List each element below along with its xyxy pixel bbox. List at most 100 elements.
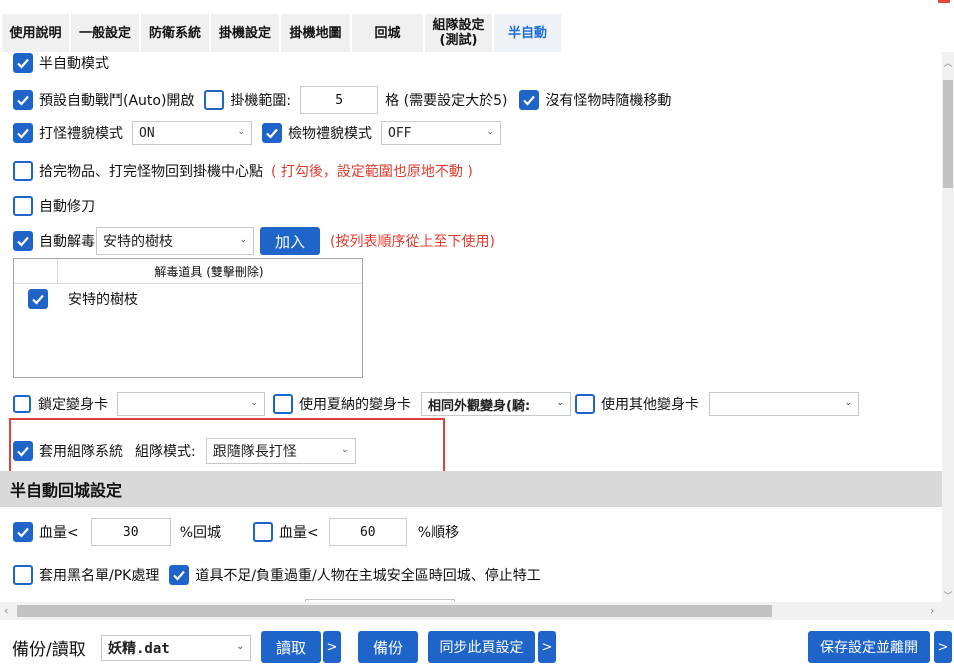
chevron-down-icon: ⌄ xyxy=(236,642,244,652)
auto-battle-checkbox[interactable] xyxy=(13,90,33,110)
hp-move-checkbox[interactable] xyxy=(253,522,274,542)
add-detox-button[interactable]: 加入 xyxy=(260,227,320,255)
scroll-right-icon[interactable]: › xyxy=(930,604,934,617)
summer-poly-card-label: 使用夏納的變身卡 xyxy=(299,397,411,413)
auto-repair-row: 自動修刀 xyxy=(13,191,95,221)
hp-move-label: 血量< xyxy=(279,525,319,541)
return-center-note: ( 打勾後，設定範圍也原地不動 ) xyxy=(271,164,473,180)
hunt-etiquette-checkbox[interactable] xyxy=(13,123,33,143)
semi-auto-mode-label: 半自動模式 xyxy=(39,56,109,72)
check-icon xyxy=(266,128,278,139)
afk-range-input[interactable]: 5 xyxy=(300,86,379,114)
lock-poly-card-select[interactable]: ⌄ xyxy=(117,392,265,416)
return-center-row: 拾完物品、打完怪物回到掛機中心點 ( 打勾後，設定範圍也原地不動 ) xyxy=(13,156,473,186)
lock-poly-card-label: 鎖定變身卡 xyxy=(38,397,108,413)
tab-afk-settings[interactable]: 掛機設定 xyxy=(211,14,280,52)
hunt-etiquette-select[interactable]: ON ⌄ xyxy=(132,121,252,145)
chevron-down-icon: ⌄ xyxy=(237,127,245,137)
horizontal-scroll-thumb[interactable] xyxy=(17,605,772,617)
afk-range-suffix: 格 (需要設定大於5) xyxy=(385,93,508,109)
afk-range-label: 掛機範圍: xyxy=(230,93,292,109)
detox-list-checkcol-header xyxy=(14,259,58,284)
check-icon xyxy=(17,128,29,139)
party-system-checkbox[interactable] xyxy=(13,441,33,461)
detox-item-label: 安特的樹枝 xyxy=(68,292,138,308)
summer-poly-card-checkbox[interactable] xyxy=(273,394,293,414)
check-icon xyxy=(17,527,29,538)
hp-return-label: 血量< xyxy=(39,525,79,541)
summer-poly-card-select[interactable]: 相同外觀變身(騎: ⌄ xyxy=(421,392,571,416)
item-shortage-checkbox[interactable] xyxy=(169,565,190,585)
chevron-down-icon: ⌄ xyxy=(486,127,494,137)
save-more-button[interactable]: > xyxy=(934,631,952,663)
scroll-down-icon[interactable]: ﹀ xyxy=(942,589,954,602)
detox-item-checkbox[interactable] xyxy=(28,289,48,309)
poly-card-row: 鎖定變身卡 ⌄ 使用夏納的變身卡 相同外觀變身(騎: ⌄ 使用其他變身卡 ⌄ xyxy=(13,389,859,419)
hp-return-checkbox[interactable] xyxy=(13,522,33,542)
chevron-down-icon: ⌄ xyxy=(341,445,349,455)
auto-detox-select[interactable]: 安特的樹枝 ⌄ xyxy=(96,227,254,255)
item-shortage-label: 道具不足/負重過重/人物在主城安全區時回城、停止特工 xyxy=(195,568,541,584)
check-icon xyxy=(17,236,29,247)
save-and-exit-button[interactable]: 保存設定並離開 xyxy=(808,631,930,663)
blacklist-row: 套用黑名單/PK處理 道具不足/負重過重/人物在主城安全區時回城、停止特工 xyxy=(13,560,541,590)
party-system-row: 套用組隊系統 組隊模式: 跟隨隊長打怪 ⌄ xyxy=(13,436,356,466)
return-center-checkbox[interactable] xyxy=(13,161,33,181)
read-button[interactable]: 讀取 xyxy=(261,631,321,663)
tab-instructions[interactable]: 使用說明 xyxy=(2,14,70,52)
random-move-checkbox[interactable] xyxy=(519,90,540,110)
auto-battle-row: 預設自動戰鬥(Auto)開啟 掛機範圍: 5 格 (需要設定大於5) 沒有怪物時… xyxy=(13,85,671,115)
semi-auto-mode-row: 半自動模式 xyxy=(13,52,109,78)
party-mode-select[interactable]: 跟隨隊長打怪 ⌄ xyxy=(205,438,356,464)
chevron-down-icon: ⌄ xyxy=(556,398,564,408)
hp-move-suffix: %順移 xyxy=(417,525,460,541)
check-icon xyxy=(17,95,29,106)
hp-return-suffix: %回城 xyxy=(179,525,222,541)
blacklist-label: 套用黑名單/PK處理 xyxy=(39,568,160,584)
vertical-scrollbar[interactable]: ︿ ﹀ xyxy=(942,52,954,604)
afk-range-checkbox[interactable] xyxy=(204,90,225,110)
tab-semi-auto[interactable]: 半自動 xyxy=(494,14,562,52)
auto-repair-checkbox[interactable] xyxy=(13,196,33,216)
other-poly-card-select[interactable]: ⌄ xyxy=(709,392,859,416)
chevron-down-icon: ⌄ xyxy=(250,398,258,408)
tab-afk-map[interactable]: 掛機地圖 xyxy=(281,14,351,52)
sync-more-button[interactable]: > xyxy=(538,631,556,663)
backup-button[interactable]: 備份 xyxy=(358,631,418,663)
loot-etiquette-label: 檢物禮貌模式 xyxy=(288,126,372,142)
vertical-scroll-thumb[interactable] xyxy=(943,80,953,188)
other-poly-card-checkbox[interactable] xyxy=(575,394,595,414)
read-more-button[interactable]: > xyxy=(323,631,341,663)
hunt-etiquette-label: 打怪禮貌模式 xyxy=(39,126,123,142)
party-system-label: 套用組隊系統 xyxy=(39,444,123,460)
scroll-up-icon[interactable]: ︿ xyxy=(942,56,954,69)
loot-etiquette-select[interactable]: OFF ⌄ xyxy=(381,121,501,145)
hp-return-input[interactable]: 30 xyxy=(90,518,171,546)
check-icon xyxy=(17,446,29,457)
blacklist-checkbox[interactable] xyxy=(13,565,33,585)
chevron-down-icon: ⌄ xyxy=(239,235,247,245)
scroll-left-icon[interactable]: ‹ xyxy=(4,604,8,617)
semi-auto-mode-checkbox[interactable] xyxy=(13,53,33,73)
tab-return-town[interactable]: 回城 xyxy=(352,14,424,52)
list-item[interactable]: 安特的樹枝 xyxy=(28,289,138,309)
loot-etiquette-checkbox[interactable] xyxy=(262,123,282,143)
tab-general[interactable]: 一般設定 xyxy=(71,14,140,52)
sync-page-button[interactable]: 同步此頁設定 xyxy=(428,631,535,663)
auto-battle-label: 預設自動戰鬥(Auto)開啟 xyxy=(39,93,195,109)
horizontal-scrollbar[interactable]: ‹ › xyxy=(0,602,954,620)
auto-detox-checkbox[interactable] xyxy=(13,231,33,251)
check-icon xyxy=(173,570,186,581)
auto-repair-label: 自動修刀 xyxy=(39,199,95,215)
detox-item-list[interactable]: 解毒道具 (雙擊刪除) 安特的樹枝 xyxy=(13,258,363,378)
party-mode-label: 組隊模式: xyxy=(135,444,196,460)
lock-poly-card-checkbox[interactable] xyxy=(13,395,31,413)
backup-file-select[interactable]: 妖精.dat ⌄ xyxy=(101,635,251,661)
check-icon xyxy=(523,95,536,106)
hp-move-input[interactable]: 60 xyxy=(328,518,407,546)
tab-defense[interactable]: 防衛系統 xyxy=(141,14,210,52)
bottom-toolbar: 備份/讀取 妖精.dat ⌄ 讀取 > 備份 同步此頁設定 > 保存設定並離開 > xyxy=(0,620,954,672)
settings-panel: 半自動模式 預設自動戰鬥(Auto)開啟 掛機範圍: 5 格 (需要設定大於5)… xyxy=(0,52,942,602)
check-icon xyxy=(32,294,44,305)
tab-party-settings[interactable]: 組隊設定 (測試) xyxy=(425,14,493,52)
